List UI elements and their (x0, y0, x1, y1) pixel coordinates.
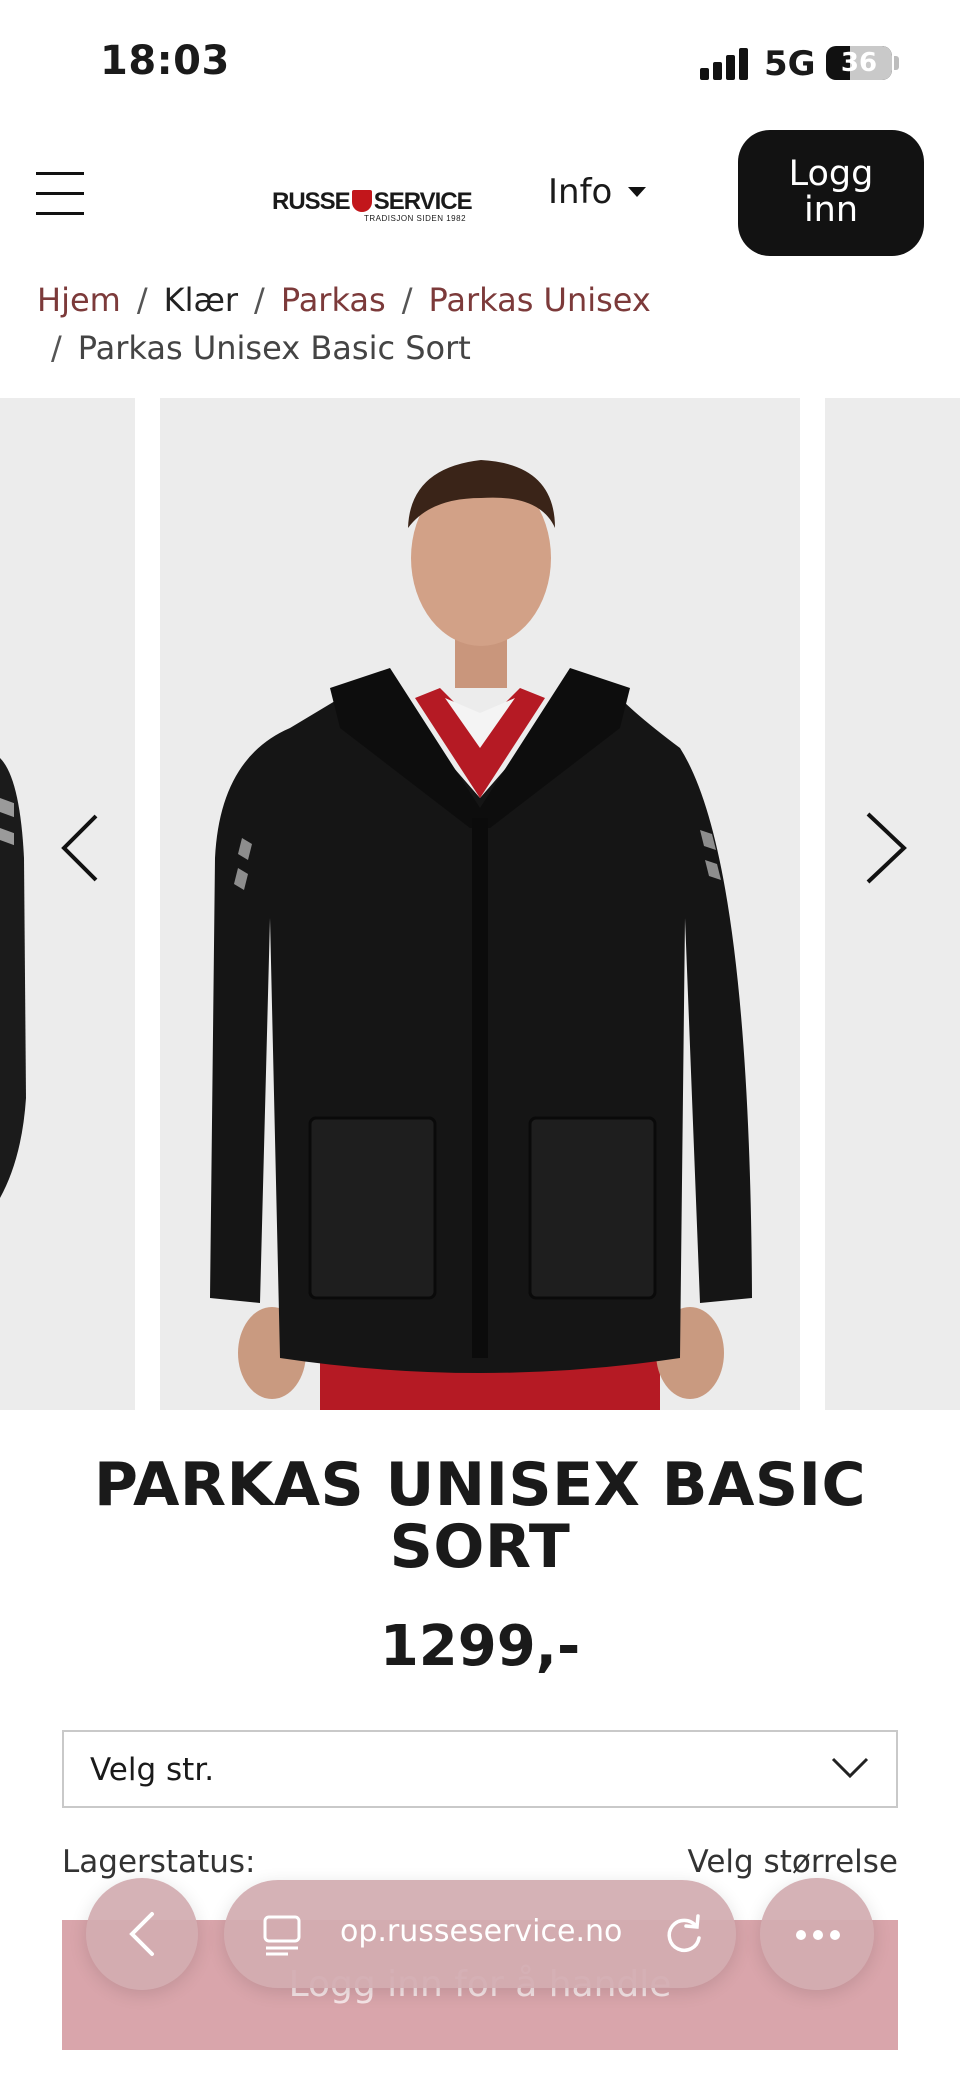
breadcrumb-separator: / (136, 281, 148, 319)
browser-toolbar: op.russeservice.no (0, 1870, 960, 2000)
product-title-line2: SORT (389, 1512, 571, 1582)
logo-text-right: SERVICE (373, 188, 473, 215)
more-icon (790, 1924, 846, 1944)
info-menu[interactable]: Info (548, 172, 647, 212)
breadcrumb-separator: / (51, 329, 62, 367)
status-bar: 18:03 5G 36 (0, 0, 960, 120)
login-button[interactable]: Logg inn (738, 130, 924, 256)
carousel-slide-previous[interactable] (0, 398, 135, 1410)
product-photo (210, 460, 752, 1410)
status-time: 18:03 (100, 38, 230, 84)
network-type: 5G (764, 44, 816, 84)
jacket-back-image (0, 758, 26, 1198)
login-label-line2: inn (803, 190, 859, 230)
breadcrumb-separator: / (254, 281, 265, 319)
chevron-down-icon (831, 1757, 869, 1779)
breadcrumb-current: Parkas Unisex Basic Sort (77, 329, 471, 367)
battery-percent: 36 (840, 48, 878, 78)
breadcrumb-klaer[interactable]: Klær (164, 281, 238, 319)
caret-down-icon (628, 187, 647, 197)
battery-tip (894, 56, 899, 70)
logo-wordmark: RUSSE SERVICE (272, 188, 473, 216)
battery-icon: 36 (826, 46, 892, 80)
cellular-signal-icon (700, 48, 752, 80)
address-bar[interactable]: op.russeservice.no (224, 1880, 736, 1988)
logo-text-left: RUSSE (272, 188, 351, 215)
breadcrumb-separator: / (401, 281, 413, 319)
browser-back-button[interactable] (86, 1878, 198, 1990)
carousel-slide-next[interactable] (825, 398, 960, 1410)
site-logo[interactable]: RUSSE SERVICE TRADISJON SIDEN 1982 (272, 188, 473, 228)
shield-icon (351, 190, 372, 212)
breadcrumb: Hjem / Klær / Parkas / Parkas Unisex / Parkas U… (37, 276, 937, 372)
hamburger-icon[interactable] (36, 168, 86, 220)
size-select-value: Velg str. (90, 1752, 215, 1788)
reload-icon[interactable] (664, 1914, 704, 1956)
product-title: PARKAS UNISEX BASIC SORT (80, 1454, 880, 1578)
breadcrumb-parkas-unisex[interactable]: Parkas Unisex (428, 281, 650, 319)
chevron-right-icon[interactable] (856, 808, 916, 888)
logo-tagline: TRADISJON SIDEN 1982 (364, 214, 467, 223)
browser-more-button[interactable] (760, 1878, 874, 1990)
login-label-line1: Logg (788, 154, 874, 194)
address-bar-url: op.russeservice.no (340, 1914, 623, 1949)
tabs-icon (263, 1915, 301, 1956)
chevron-left-icon[interactable] (52, 808, 112, 888)
product-image-carousel[interactable] (0, 398, 960, 1410)
breadcrumb-parkas[interactable]: Parkas (281, 281, 386, 319)
info-menu-label: Info (548, 172, 613, 212)
size-select[interactable]: Velg str. (62, 1730, 898, 1808)
back-arrow-icon (129, 1912, 154, 1956)
product-price: 1299,- (379, 1614, 581, 1679)
breadcrumb-home[interactable]: Hjem (37, 281, 121, 319)
product-title-line1: PARKAS UNISEX BASIC (94, 1450, 866, 1520)
carousel-slide-current[interactable] (160, 398, 800, 1410)
